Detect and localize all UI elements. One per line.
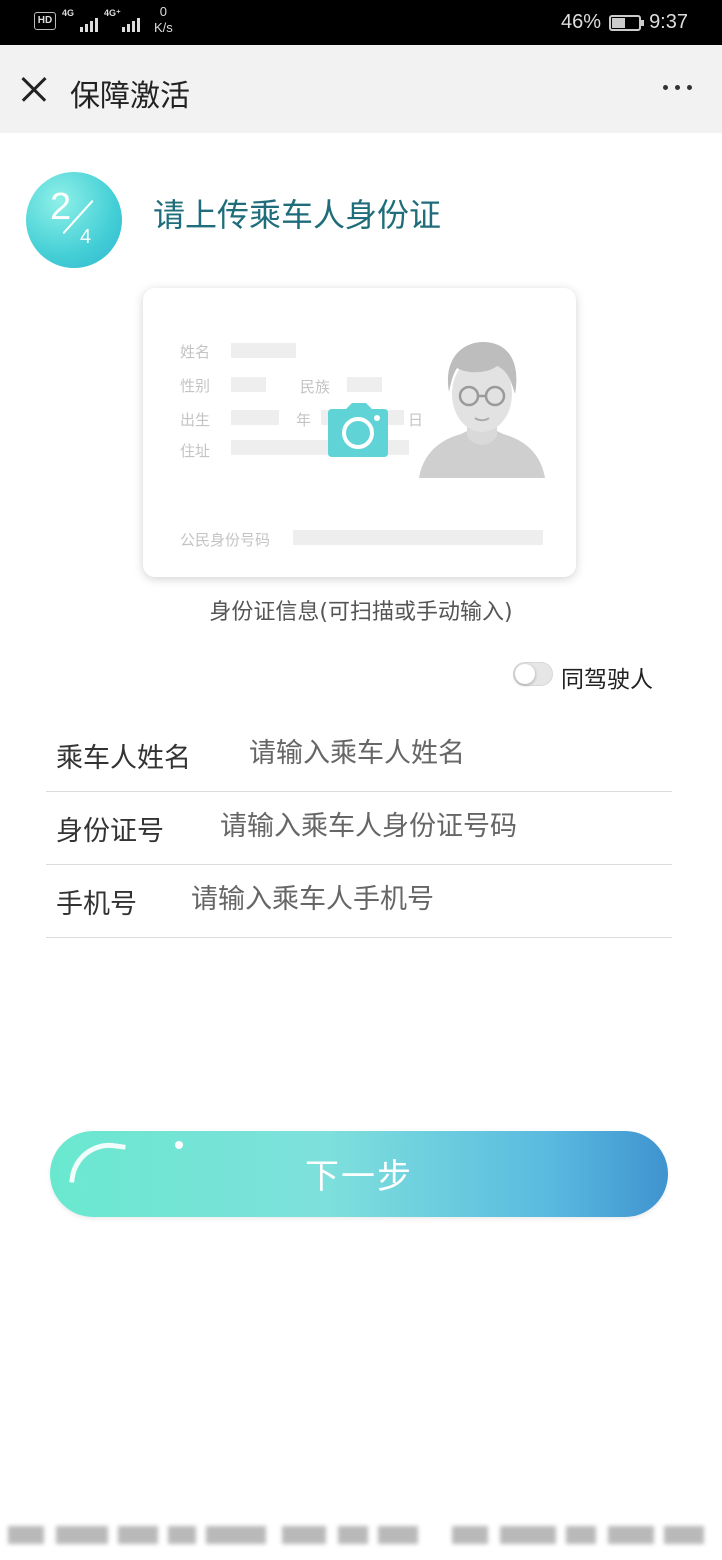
- status-bar: HD 4G 4G⁺ 0 K/s 46% 9:37: [0, 0, 722, 45]
- network-speed: 0 K/s: [154, 4, 173, 36]
- card-caption: 身份证信息(可扫描或手动输入): [209, 600, 513, 625]
- id-card-upload[interactable]: 姓名 性别 民族 出生 年 日 住址 公民身份号码: [143, 288, 576, 577]
- name-row: 乘车人姓名: [46, 718, 672, 792]
- button-gloss-dot: [175, 1141, 183, 1149]
- signal-icon-sim1: 4G: [62, 8, 98, 34]
- id-number-label: 公民身份号码: [180, 531, 271, 549]
- camera-icon[interactable]: [328, 403, 388, 457]
- id-number-field-label: 身份证号: [56, 816, 164, 847]
- next-step-button[interactable]: 下一步: [50, 1131, 668, 1217]
- id-ethnicity-label: 民族: [300, 378, 331, 396]
- id-gender-placeholder-bar: [231, 377, 266, 392]
- name-label: 乘车人姓名: [56, 743, 191, 774]
- network-type-sim1: 4G: [62, 8, 75, 18]
- toggle-knob: [515, 664, 535, 684]
- more-icon[interactable]: [663, 85, 692, 90]
- hd-badge: HD: [34, 12, 56, 30]
- phone-row: 手机号: [46, 864, 672, 938]
- next-step-label: 下一步: [305, 1157, 413, 1197]
- passenger-name-input[interactable]: [249, 732, 659, 774]
- portrait-icon: [419, 342, 545, 478]
- id-number-placeholder-bar: [293, 530, 543, 545]
- id-address-label: 住址: [180, 442, 211, 460]
- same-driver-toggle[interactable]: [513, 662, 553, 686]
- status-right: 46% 9:37: [561, 11, 688, 34]
- id-birth-label: 出生: [180, 411, 211, 429]
- same-driver-label: 同驾驶人: [561, 667, 653, 693]
- step-badge: 2 4: [26, 172, 122, 268]
- network-speed-value: 0: [159, 4, 168, 19]
- step-current: 2: [50, 186, 72, 228]
- id-number-row: 身份证号: [46, 791, 672, 865]
- step-title: 请上传乘车人身份证: [153, 196, 442, 234]
- id-number-input[interactable]: [220, 805, 660, 847]
- close-icon[interactable]: [18, 73, 50, 105]
- network-type-sim2: 4G⁺: [104, 8, 121, 18]
- signal-icon-sim2: 4G⁺: [104, 8, 140, 34]
- blurred-footer: [0, 1518, 722, 1552]
- clock: 9:37: [649, 11, 688, 33]
- status-left: HD 4G 4G⁺ 0 K/s: [34, 4, 173, 36]
- id-name-placeholder-bar: [231, 343, 296, 358]
- step-total: 4: [80, 226, 92, 248]
- id-year-label: 年: [296, 411, 312, 429]
- battery-percent: 46%: [561, 11, 602, 33]
- phone-label: 手机号: [56, 889, 137, 920]
- battery-icon: [609, 14, 645, 31]
- phone-input[interactable]: [191, 878, 661, 920]
- id-ethnicity-placeholder-bar: [347, 377, 382, 392]
- id-name-label: 姓名: [180, 343, 211, 361]
- nav-bar: 保障激活: [0, 45, 722, 133]
- network-speed-unit: K/s: [154, 20, 173, 35]
- id-gender-label: 性别: [180, 377, 211, 395]
- page-title: 保障激活: [70, 79, 190, 114]
- id-birth-year-bar: [231, 410, 279, 425]
